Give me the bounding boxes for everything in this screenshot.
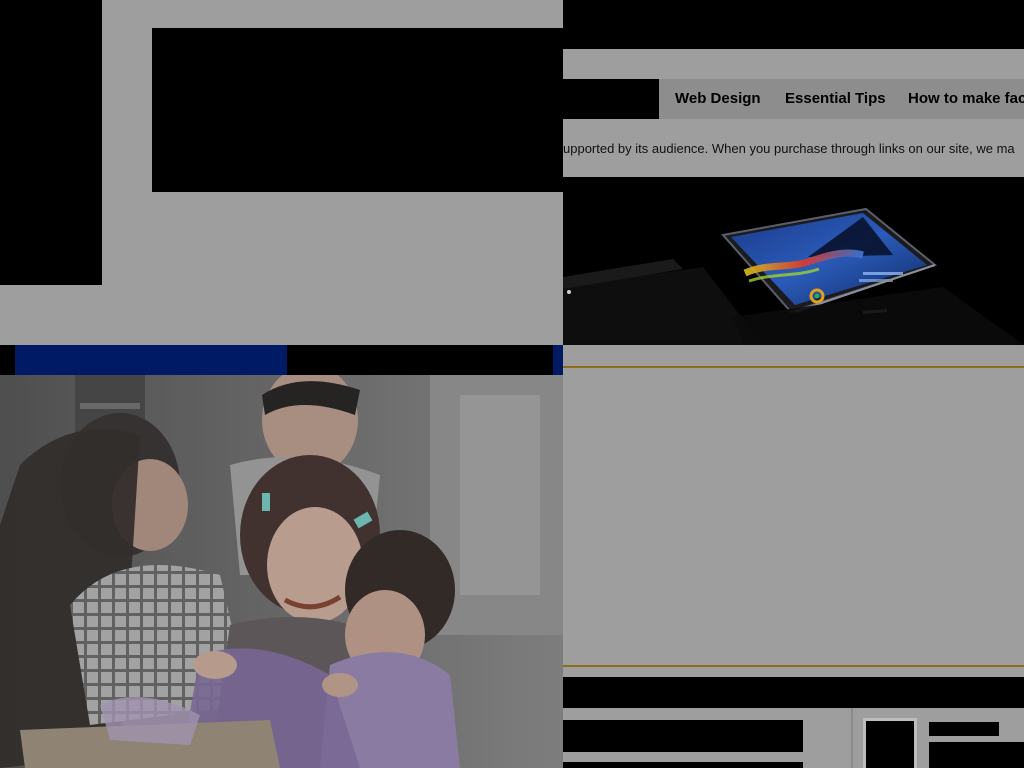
ad-strip-blue[interactable] <box>15 345 287 375</box>
nav-link-web-design[interactable]: Web Design <box>675 90 761 107</box>
hero-image[interactable] <box>563 177 1024 345</box>
ad-black-column <box>0 0 102 285</box>
column-divider <box>851 708 853 768</box>
smartphone-image <box>563 177 1024 345</box>
sidebar-thumbnail[interactable] <box>866 721 914 768</box>
nav-logo-block[interactable] <box>563 79 659 119</box>
ad-black-banner[interactable] <box>152 28 563 192</box>
nav-link-how-to-make[interactable]: How to make fac <box>908 90 1024 107</box>
sidebar-text-line[interactable] <box>929 722 999 736</box>
article-title-block[interactable] <box>563 720 803 752</box>
nav-link-essential-tips[interactable]: Essential Tips <box>785 90 886 107</box>
section-header-band <box>563 677 1024 708</box>
ad-photo[interactable] <box>0 375 563 768</box>
sidebar-text-block[interactable] <box>929 742 1024 768</box>
affiliate-disclosure: upported by its audience. When you purch… <box>563 141 1015 156</box>
family-photo <box>0 375 563 768</box>
site-top-bar <box>563 0 1024 49</box>
main-navigation: Web Design Essential Tips How to make fa… <box>563 79 1024 119</box>
ad-strip-blue-end <box>553 345 563 375</box>
article-title-block-2[interactable] <box>563 762 803 768</box>
gold-divider-bottom <box>563 665 1024 667</box>
gold-divider-top <box>563 366 1024 368</box>
